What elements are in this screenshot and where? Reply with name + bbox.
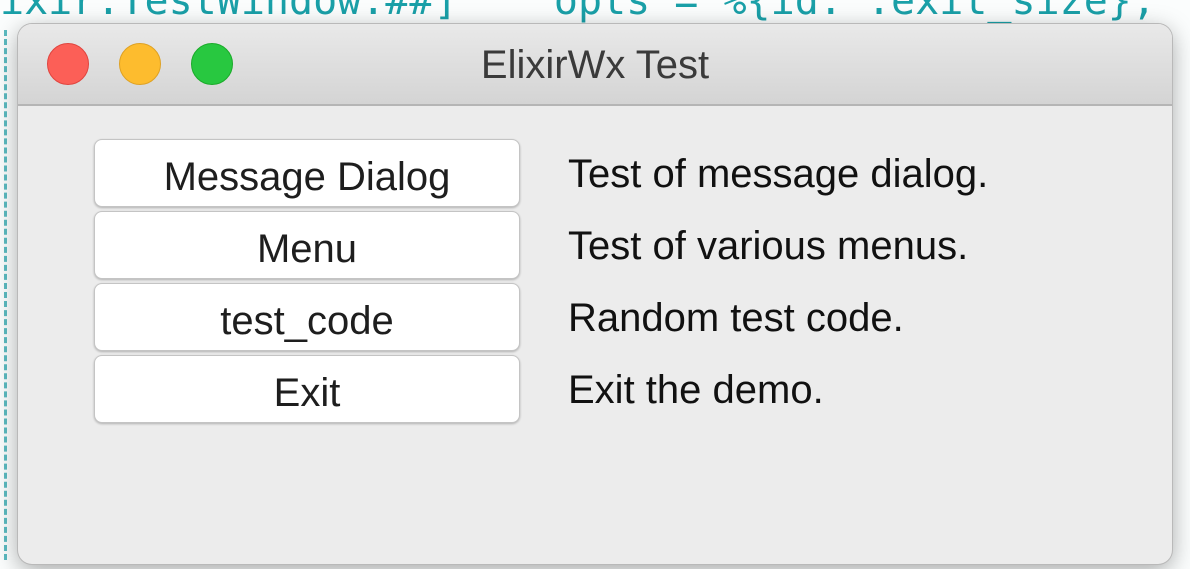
menu-description: Test of various menus. xyxy=(568,224,969,268)
background-code-line: ixir.TestWindow.##] opts = %{id: :exit_s… xyxy=(0,0,1156,24)
title-bar[interactable]: ElixirWx Test xyxy=(18,24,1172,106)
message-dialog-description: Test of message dialog. xyxy=(568,152,989,196)
app-window: ElixirWx Test Message Dialog Test of mes… xyxy=(18,24,1172,564)
message-dialog-button[interactable]: Message Dialog xyxy=(94,139,520,207)
test-code-button[interactable]: test_code xyxy=(94,283,520,351)
editor-gutter xyxy=(4,30,13,560)
exit-button[interactable]: Exit xyxy=(94,355,520,423)
window-title: ElixirWx Test xyxy=(480,43,710,87)
test-code-description: Random test code. xyxy=(568,296,904,340)
menu-button[interactable]: Menu xyxy=(94,211,520,279)
exit-description: Exit the demo. xyxy=(568,368,824,412)
